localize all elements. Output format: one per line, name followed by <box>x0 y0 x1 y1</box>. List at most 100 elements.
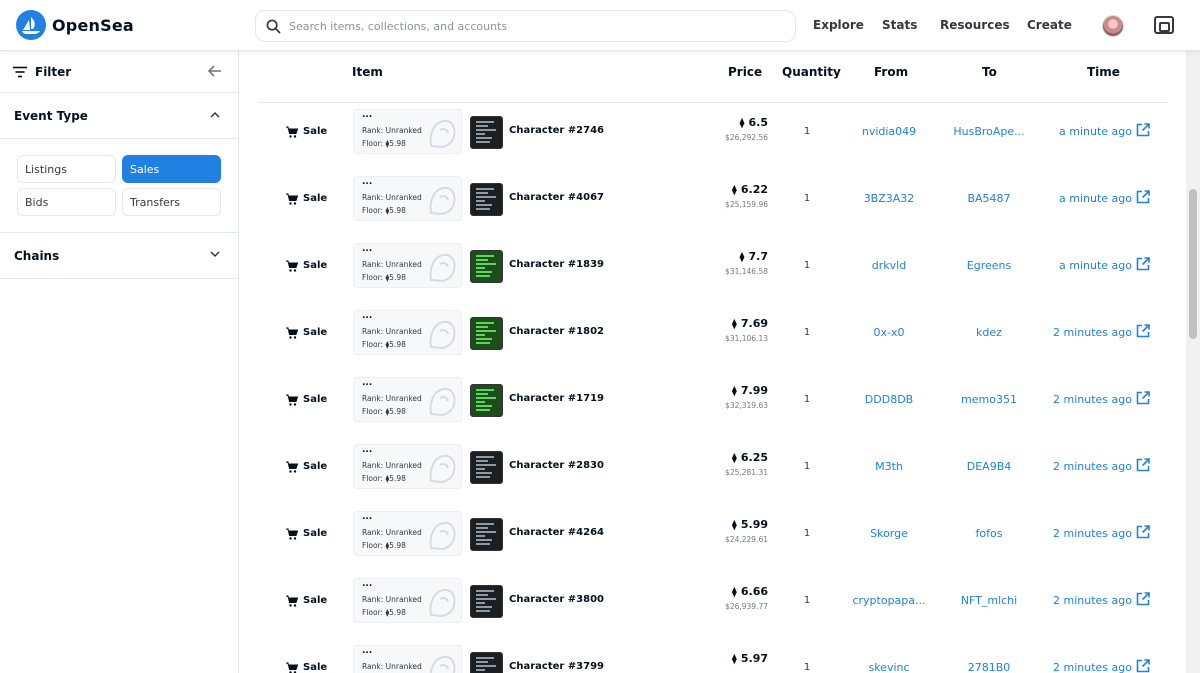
external-link-icon[interactable] <box>1136 592 1150 606</box>
item-name[interactable]: Character #3800 <box>509 594 604 605</box>
table-row[interactable]: Sale ... Rank: Unranked Floor: ⧫5.98 Cha… <box>240 639 1186 673</box>
chains-section-toggle[interactable]: Chains <box>0 233 238 279</box>
to-account-link[interactable]: DEA9B4 <box>950 460 1028 473</box>
item-thumbnail[interactable] <box>470 585 503 618</box>
chip-bids[interactable]: Bids <box>17 188 116 216</box>
from-account-link[interactable]: cryptopapa... <box>846 594 932 607</box>
item-thumbnail[interactable] <box>470 384 503 417</box>
item-name[interactable]: Character #2746 <box>509 125 604 136</box>
table-row[interactable]: Sale ... Rank: Unranked Floor: ⧫5.98 Cha… <box>240 170 1186 237</box>
item-name[interactable]: Character #3799 <box>509 661 604 672</box>
time-link[interactable]: a minute ago <box>1046 259 1132 272</box>
price-value: 7.99 <box>740 384 768 397</box>
item-name[interactable]: Character #1839 <box>509 259 604 270</box>
external-link-icon[interactable] <box>1136 525 1150 539</box>
item-name[interactable]: Character #2830 <box>509 460 604 471</box>
chip-listings[interactable]: Listings <box>17 155 116 183</box>
floor-value: 5.98 <box>389 541 406 550</box>
time-link[interactable]: 2 minutes ago <box>1046 393 1132 406</box>
from-account-link[interactable]: skevinc <box>846 661 932 673</box>
collection-ghost-icon <box>429 454 456 484</box>
ethereum-icon: ⧫ <box>731 386 737 397</box>
item-thumbnail[interactable] <box>470 652 503 673</box>
table-row[interactable]: Sale ... Rank: Unranked Floor: ⧫5.98 Cha… <box>240 438 1186 505</box>
to-account-link[interactable]: fofos <box>950 527 1028 540</box>
chip-sales[interactable]: Sales <box>122 155 221 183</box>
item-name[interactable]: Character #1719 <box>509 393 604 404</box>
time-link[interactable]: a minute ago <box>1046 192 1132 205</box>
item-dots: ... <box>362 512 373 522</box>
floor-value: 5.98 <box>389 340 406 349</box>
to-account-link[interactable]: Egreens <box>950 259 1028 272</box>
table-row[interactable]: Sale ... Rank: Unranked Floor: ⧫5.98 Cha… <box>240 572 1186 639</box>
item-thumbnail[interactable] <box>470 116 503 149</box>
nav-create[interactable]: Create <box>1027 18 1072 32</box>
item-name[interactable]: Character #1802 <box>509 326 604 337</box>
external-link-icon[interactable] <box>1136 458 1150 472</box>
from-account-link[interactable]: Skorge <box>846 527 932 540</box>
wallet-icon[interactable] <box>1154 16 1174 34</box>
search-icon <box>266 19 281 33</box>
external-link-icon[interactable] <box>1136 324 1150 338</box>
page-scrollbar[interactable] <box>1186 51 1200 673</box>
profile-avatar[interactable] <box>1102 15 1124 37</box>
item-thumbnail[interactable] <box>470 317 503 350</box>
floor-value: 5.98 <box>389 206 406 215</box>
search-bar[interactable] <box>255 10 796 42</box>
price-value: 6.66 <box>740 585 768 598</box>
to-account-link[interactable]: 2781B0 <box>950 661 1028 673</box>
table-row[interactable]: Sale ... Rank: Unranked Floor: ⧫5.98 Cha… <box>240 371 1186 438</box>
item-thumbnail[interactable] <box>470 183 503 216</box>
item-rank-card: ... Rank: Unranked Floor: ⧫5.98 <box>353 444 462 489</box>
to-account-link[interactable]: NFT_mlchi <box>950 594 1028 607</box>
table-row[interactable]: Sale ... Rank: Unranked Floor: ⧫5.98 Cha… <box>240 505 1186 572</box>
nav-explore[interactable]: Explore <box>813 18 864 32</box>
external-link-icon[interactable] <box>1136 190 1150 204</box>
table-row[interactable]: Sale ... Rank: Unranked Floor: ⧫5.98 Cha… <box>240 103 1186 170</box>
header-from: From <box>874 65 909 79</box>
item-thumbnail[interactable] <box>470 250 503 283</box>
search-input[interactable] <box>289 19 769 33</box>
item-thumbnail[interactable] <box>470 451 503 484</box>
opensea-logo[interactable]: OpenSea <box>16 10 134 40</box>
nav-resources[interactable]: Resources <box>940 18 1010 32</box>
rank-label: Rank: <box>362 461 384 470</box>
from-account-link[interactable]: 3BZ3A32 <box>846 192 932 205</box>
nav-stats[interactable]: Stats <box>882 18 917 32</box>
external-link-icon[interactable] <box>1136 123 1150 137</box>
time-link[interactable]: 2 minutes ago <box>1046 527 1132 540</box>
from-account-link[interactable]: M3th <box>846 460 932 473</box>
from-account-link[interactable]: drkvld <box>846 259 932 272</box>
collection-ghost-icon <box>429 253 456 283</box>
to-account-link[interactable]: HusBroApe... <box>950 125 1028 138</box>
time-link[interactable]: 2 minutes ago <box>1046 326 1132 339</box>
floor-value: 5.98 <box>389 608 406 617</box>
from-account-link[interactable]: 0x-x0 <box>846 326 932 339</box>
to-account-link[interactable]: memo351 <box>950 393 1028 406</box>
table-row[interactable]: Sale ... Rank: Unranked Floor: ⧫5.98 Cha… <box>240 304 1186 371</box>
item-name[interactable]: Character #4067 <box>509 192 604 203</box>
table-row[interactable]: Sale ... Rank: Unranked Floor: ⧫5.98 Cha… <box>240 237 1186 304</box>
arrow-left-icon[interactable] <box>208 65 222 77</box>
item-thumbnail[interactable] <box>470 518 503 551</box>
external-link-icon[interactable] <box>1136 257 1150 271</box>
from-account-link[interactable]: DDD8DB <box>846 393 932 406</box>
price-usd: $24,229.61 <box>725 535 768 544</box>
to-account-link[interactable]: kdez <box>950 326 1028 339</box>
event-type-label: Event Type <box>14 108 88 123</box>
external-link-icon[interactable] <box>1136 391 1150 405</box>
time-link[interactable]: 2 minutes ago <box>1046 661 1132 673</box>
scrollbar-thumb[interactable] <box>1189 189 1197 339</box>
event-type-section-toggle[interactable]: Event Type <box>0 93 238 139</box>
time-link[interactable]: a minute ago <box>1046 125 1132 138</box>
from-account-link[interactable]: nvidia049 <box>846 125 932 138</box>
rank-label: Rank: <box>362 126 384 135</box>
floor-info: Floor: ⧫5.98 <box>362 206 406 215</box>
opensea-logo-icon <box>16 10 46 40</box>
time-link[interactable]: 2 minutes ago <box>1046 460 1132 473</box>
chip-transfers[interactable]: Transfers <box>122 188 221 216</box>
to-account-link[interactable]: BA5487 <box>950 192 1028 205</box>
external-link-icon[interactable] <box>1136 659 1150 673</box>
time-link[interactable]: 2 minutes ago <box>1046 594 1132 607</box>
item-name[interactable]: Character #4264 <box>509 527 604 538</box>
